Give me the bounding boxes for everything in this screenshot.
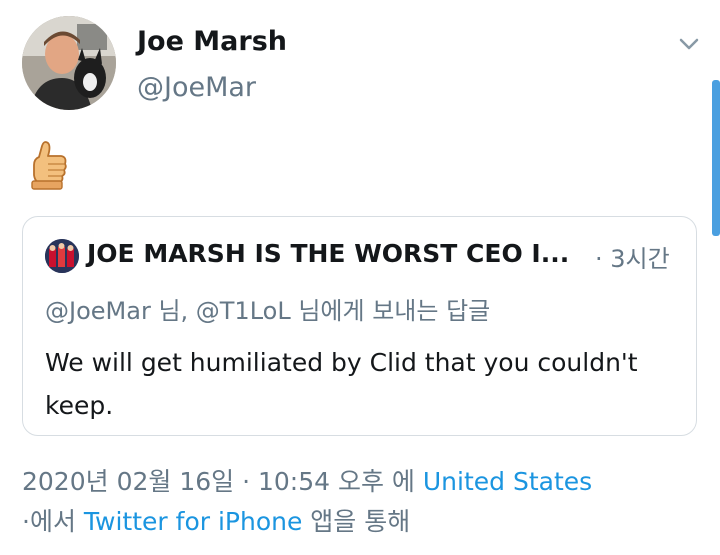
location-link[interactable]: United States bbox=[423, 467, 592, 496]
quoted-author-avatar bbox=[45, 239, 79, 273]
quoted-timestamp: · 3시간 bbox=[595, 245, 670, 273]
source-link[interactable]: Twitter for iPhone bbox=[84, 507, 302, 536]
reply-context: @JoeMar 님, @T1LoL 님에게 보내는 답글 bbox=[45, 297, 491, 325]
source-prefix: ·에서 bbox=[22, 507, 84, 536]
quoted-tweet-text: We will get humiliated by Clid that you … bbox=[45, 348, 638, 420]
scrollbar[interactable] bbox=[712, 80, 720, 236]
author-name[interactable]: Joe Marsh bbox=[137, 26, 287, 57]
quoted-author-name: JOE MARSH IS THE WORST CEO I... bbox=[87, 239, 570, 268]
thumbs-up-icon bbox=[30, 140, 68, 192]
source-suffix: 앱을 통해 bbox=[302, 507, 411, 536]
author-handle[interactable]: @JoeMar bbox=[137, 72, 256, 103]
chevron-down-icon[interactable] bbox=[676, 34, 702, 54]
quoted-tweet[interactable]: JOE MARSH IS THE WORST CEO I... · 3시간 @J… bbox=[22, 216, 697, 436]
tweet-datetime: 2020년 02월 16일 · 10:54 오후 에 bbox=[22, 467, 423, 496]
author-avatar[interactable] bbox=[22, 16, 116, 110]
tweet-metadata: 2020년 02월 16일 · 10:54 오후 에 United States… bbox=[22, 462, 702, 542]
